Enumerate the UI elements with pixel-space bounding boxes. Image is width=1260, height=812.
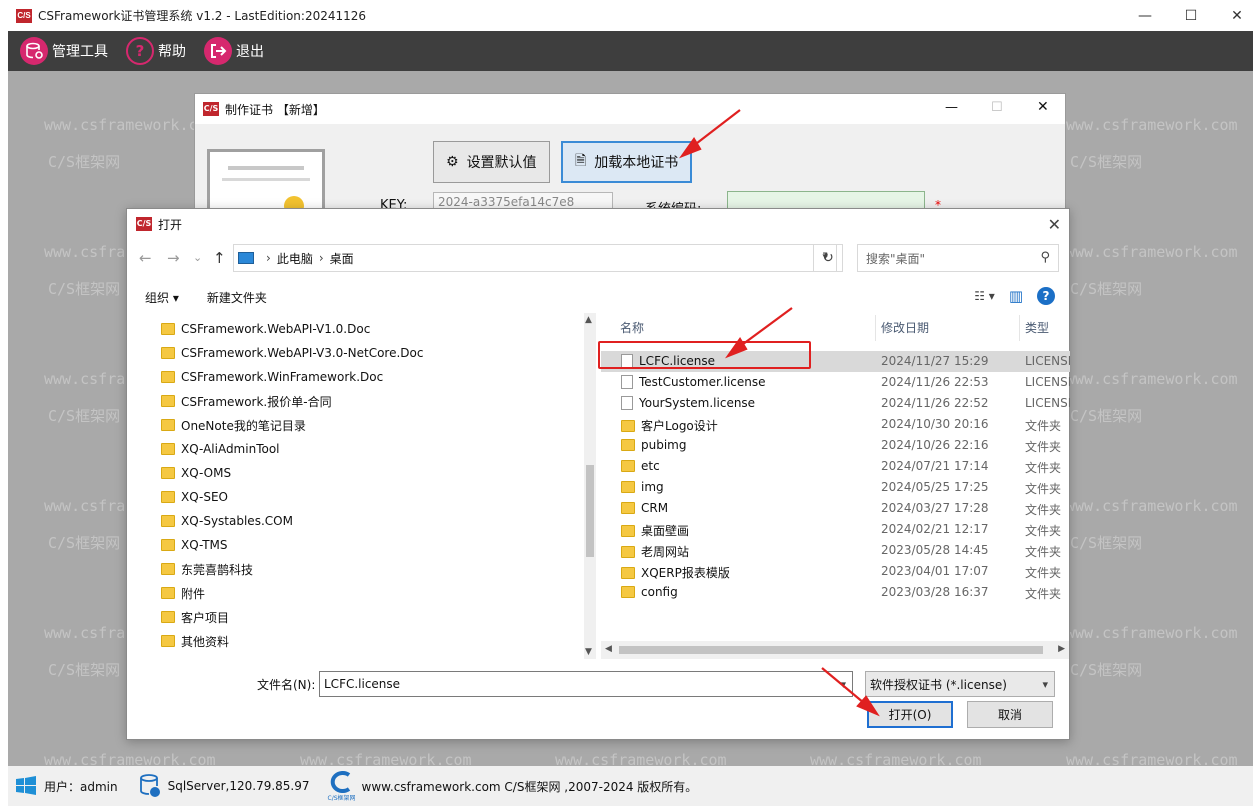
database-icon — [136, 772, 164, 800]
logo-caption: C/S框架网 — [327, 794, 356, 802]
status-db-text: SqlServer,120.79.85.97 — [167, 779, 310, 793]
status-user: 用户：admin — [12, 772, 118, 800]
status-db: SqlServer,120.79.85.97 — [136, 772, 310, 800]
status-user-text: 用户：admin — [44, 779, 118, 794]
annotation-arrows — [678, 109, 880, 717]
status-bar: 用户：admin SqlServer,120.79.85.97 C/S框架网 w… — [8, 766, 1253, 806]
csframework-logo: C/S框架网 — [327, 770, 356, 802]
annotation-arrowhead — [724, 336, 748, 359]
windows-icon — [12, 772, 40, 800]
status-copyright-text: www.csframework.com C/S框架网 ,2007-2024 版权… — [361, 779, 698, 794]
status-copyright: C/S框架网 www.csframework.com C/S框架网 ,2007-… — [327, 770, 698, 802]
